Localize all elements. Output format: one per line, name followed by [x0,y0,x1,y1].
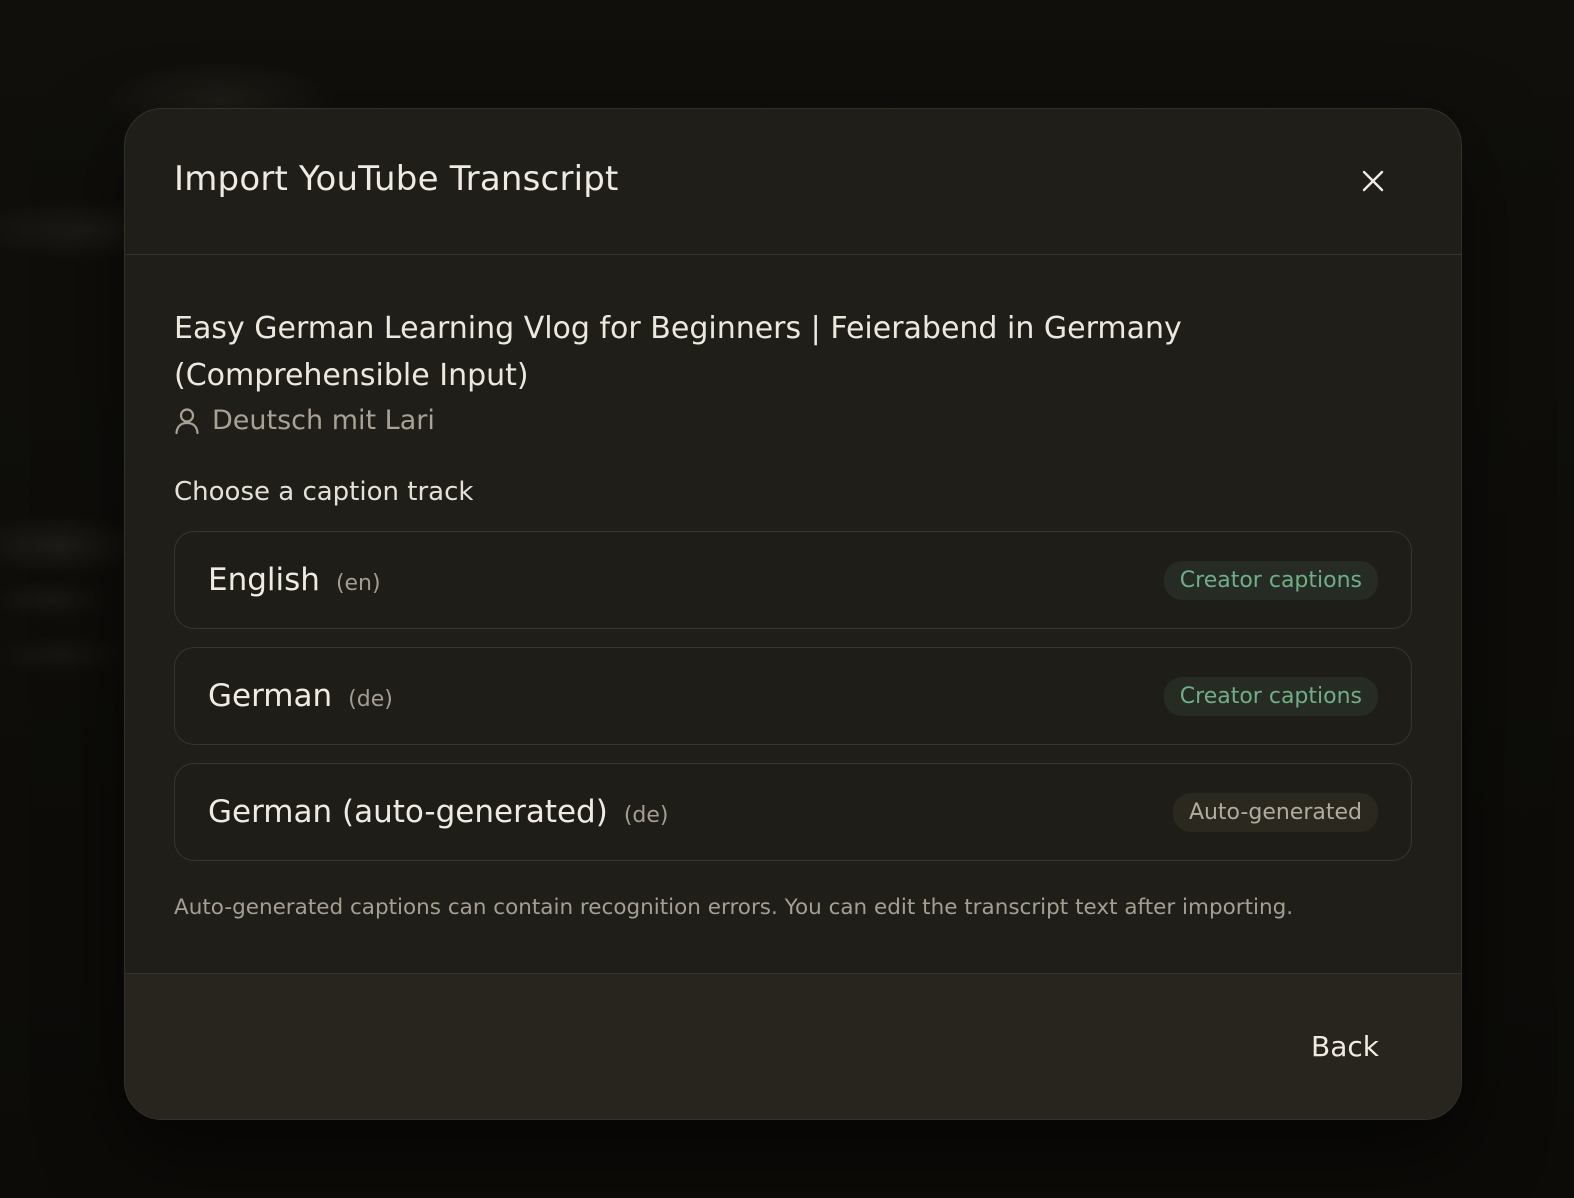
dialog-body: Easy German Learning Vlog for Beginners … [125,255,1461,973]
channel-info: Deutsch mit Lari [174,405,435,436]
channel-name: Deutsch mit Lari [212,405,435,436]
track-type-badge: Creator captions [1163,676,1378,716]
auto-caption-note: Auto-generated captions can contain reco… [174,895,1294,920]
caption-track-german-auto[interactable]: German (auto-generated) (de) Auto-genera… [174,763,1412,861]
caption-track-label: Choose a caption track [174,477,474,507]
track-language-code: (de) [348,687,393,712]
video-title: Easy German Learning Vlog for Beginners … [174,311,1182,393]
dialog-title: Import YouTube Transcript [174,159,619,199]
dialog-header: Import YouTube Transcript [125,109,1461,255]
user-icon [175,407,199,434]
caption-track-german[interactable]: German (de) Creator captions [174,647,1412,745]
track-language-code: (de) [623,803,669,828]
track-name: German [208,678,333,714]
track-name: German (auto-generated) [208,794,608,830]
track-info: German (de) [208,678,393,714]
track-type-badge: Auto-generated [1172,792,1378,832]
track-language-code: (en) [335,571,381,596]
caption-track-list: English (en) Creator captions German (de… [174,531,1412,879]
dialog-footer: Back [125,973,1461,1119]
track-info: German (auto-generated) (de) [208,794,669,830]
track-info: English (en) [208,562,381,598]
back-button[interactable]: Back [1311,1030,1379,1063]
import-transcript-dialog: Import YouTube Transcript Easy German Le… [124,108,1462,1120]
close-button[interactable] [1353,161,1393,201]
caption-track-english[interactable]: English (en) Creator captions [174,531,1412,629]
track-name: English [208,562,320,598]
track-type-badge: Creator captions [1163,560,1378,600]
close-icon [1362,170,1384,192]
